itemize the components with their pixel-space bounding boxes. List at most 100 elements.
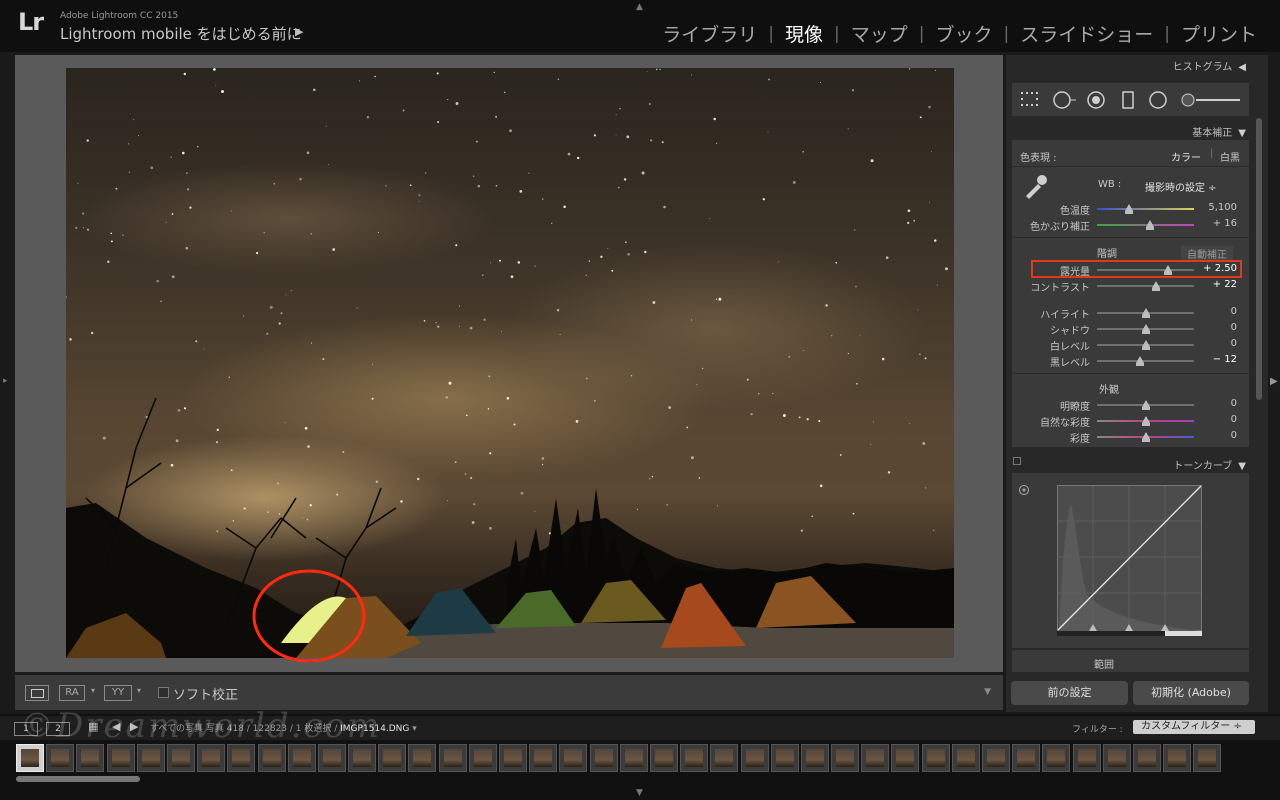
saturation-slider-thumb[interactable] xyxy=(1141,432,1150,442)
shadows-value[interactable]: 0 xyxy=(1197,322,1237,333)
shadows-slider-thumb[interactable] xyxy=(1141,324,1150,334)
filmstrip-thumbnail[interactable] xyxy=(861,744,890,772)
filmstrip-thumbnail[interactable] xyxy=(257,744,286,772)
filmstrip-thumbnail[interactable] xyxy=(982,744,1010,772)
filmstrip-thumbnail[interactable] xyxy=(831,744,860,772)
filmstrip-thumbnail[interactable] xyxy=(438,744,467,772)
tone-curve-graph[interactable] xyxy=(1057,485,1203,638)
right-panel-scrollbar[interactable] xyxy=(1256,118,1262,400)
promo-arrow-icon[interactable]: ▶ xyxy=(295,25,303,38)
exposure-slider-thumb[interactable] xyxy=(1163,265,1172,275)
contrast-slider-track[interactable] xyxy=(1097,285,1194,287)
basic-header[interactable]: 基本補正 ▼ xyxy=(1192,124,1246,139)
filmstrip-thumbnail[interactable] xyxy=(1163,744,1192,772)
adjustment-brush-icon[interactable] xyxy=(1180,90,1242,110)
highlights-value[interactable]: 0 xyxy=(1197,306,1237,317)
crop-overlay-icon[interactable] xyxy=(1020,90,1042,110)
filter-select[interactable]: カスタムフィルター ÷ xyxy=(1133,720,1255,734)
filmstrip-thumbnail[interactable] xyxy=(1132,744,1161,772)
left-panel-toggle-icon[interactable]: ▸ xyxy=(3,376,8,386)
clarity-slider-thumb[interactable] xyxy=(1141,400,1150,410)
before-after-ra-button[interactable]: RA xyxy=(59,685,85,701)
vibrance-value[interactable]: 0 xyxy=(1197,414,1237,425)
filmstrip-thumbnail[interactable] xyxy=(680,744,709,772)
module-map[interactable]: マップ xyxy=(850,20,909,47)
blacks-slider-thumb[interactable] xyxy=(1135,356,1144,366)
right-panel-toggle-icon[interactable]: ▶ xyxy=(1270,376,1278,387)
before-after-yy-button[interactable]: YY xyxy=(104,685,132,701)
filmstrip-thumbnail[interactable] xyxy=(770,744,799,772)
previous-settings-button[interactable]: 前の設定 xyxy=(1011,681,1128,705)
whites-value[interactable]: 0 xyxy=(1197,338,1237,349)
filmstrip-thumbnail[interactable] xyxy=(317,744,346,772)
spot-removal-icon[interactable] xyxy=(1052,90,1078,110)
source-path-dropdown-icon[interactable]: ▾ xyxy=(412,724,417,734)
radial-filter-icon[interactable] xyxy=(1148,90,1170,110)
bw-treatment-button[interactable]: 白黒 xyxy=(1220,149,1240,164)
module-print[interactable]: プリント xyxy=(1180,20,1258,47)
filmstrip-scrollbar[interactable] xyxy=(16,776,140,782)
filmstrip-thumbnail[interactable] xyxy=(166,744,195,772)
graduated-filter-icon[interactable] xyxy=(1120,90,1136,110)
filmstrip-thumbnail[interactable] xyxy=(76,744,105,772)
module-book[interactable]: ブック xyxy=(934,20,993,47)
tone-curve-toggle-switch[interactable] xyxy=(1013,457,1021,465)
soft-proof-checkbox[interactable] xyxy=(158,687,169,698)
blacks-value[interactable]: − 12 xyxy=(1197,354,1237,365)
bottom-panel-toggle-icon[interactable]: ▼ xyxy=(636,788,643,798)
filmstrip-thumbnail[interactable] xyxy=(710,744,739,772)
filmstrip-thumbnail[interactable] xyxy=(1012,744,1041,772)
filmstrip-thumbnail[interactable] xyxy=(589,744,618,772)
filmstrip-thumbnail[interactable] xyxy=(16,744,44,772)
module-develop[interactable]: 現像 xyxy=(784,20,824,47)
module-slideshow[interactable]: スライドショー xyxy=(1019,20,1154,47)
saturation-value[interactable]: 0 xyxy=(1197,430,1237,441)
wb-select[interactable]: 撮影時の設定 ÷ xyxy=(1145,179,1217,194)
filmstrip-thumbnail[interactable] xyxy=(136,744,165,772)
filmstrip-thumbnail[interactable] xyxy=(468,744,497,772)
temp-value[interactable]: 5,100 xyxy=(1197,202,1237,213)
filmstrip-thumbnail[interactable] xyxy=(891,744,920,772)
filmstrip-thumbnail[interactable] xyxy=(800,744,829,772)
filmstrip-thumbnail[interactable] xyxy=(1072,744,1101,772)
filmstrip-thumbnail[interactable] xyxy=(619,744,648,772)
vibrance-slider-thumb[interactable] xyxy=(1141,416,1150,426)
filmstrip-thumbnail[interactable] xyxy=(499,744,527,772)
filmstrip-thumbnail[interactable] xyxy=(408,744,437,772)
filmstrip-thumbnail[interactable] xyxy=(1193,744,1222,772)
filmstrip-thumbnail[interactable] xyxy=(378,744,407,772)
filmstrip-thumbnail[interactable] xyxy=(1102,744,1131,772)
contrast-value[interactable]: + 22 xyxy=(1197,279,1237,290)
filmstrip-thumbnail[interactable] xyxy=(227,744,256,772)
wb-eyedropper-icon[interactable] xyxy=(1020,172,1050,200)
filmstrip-thumbnail[interactable] xyxy=(740,744,769,772)
temp-slider-thumb[interactable] xyxy=(1125,204,1133,214)
collapse-tone-curve-icon[interactable]: ▼ xyxy=(1238,461,1246,472)
whites-slider-thumb[interactable] xyxy=(1141,340,1150,350)
histogram-header[interactable]: ヒストグラム ◀ xyxy=(1173,58,1246,73)
filmstrip-thumbnail[interactable] xyxy=(1042,744,1071,772)
clarity-value[interactable]: 0 xyxy=(1197,398,1237,409)
filmstrip-thumbnail[interactable] xyxy=(348,744,377,772)
auto-tone-button[interactable]: 自動補正 xyxy=(1181,246,1233,261)
temp-slider-track[interactable] xyxy=(1097,208,1194,210)
reset-button[interactable]: 初期化 (Adobe) xyxy=(1133,681,1249,705)
blacks-slider-track[interactable] xyxy=(1097,360,1194,362)
exposure-slider-track[interactable] xyxy=(1097,269,1194,271)
mobile-promo-link[interactable]: Lightroom mobile をはじめる前に xyxy=(60,23,302,44)
collapse-basic-icon[interactable]: ▼ xyxy=(1238,128,1246,139)
filmstrip-thumbnail[interactable] xyxy=(106,744,135,772)
target-adjust-icon[interactable] xyxy=(1018,484,1030,496)
filmstrip-thumbnail[interactable] xyxy=(287,744,316,772)
red-eye-icon[interactable] xyxy=(1086,90,1108,110)
top-panel-toggle-icon[interactable]: ▲ xyxy=(636,2,643,12)
tint-slider-thumb[interactable] xyxy=(1146,220,1155,230)
filmstrip-thumbnail[interactable] xyxy=(529,744,558,772)
ra-dropdown-icon[interactable]: ▾ xyxy=(91,686,95,695)
filmstrip-thumbnail[interactable] xyxy=(921,744,950,772)
tint-value[interactable]: + 16 xyxy=(1197,218,1237,229)
filmstrip-thumbnail[interactable] xyxy=(559,744,588,772)
loupe-view-button[interactable] xyxy=(25,685,49,701)
filmstrip-thumbnail[interactable] xyxy=(197,744,226,772)
yy-dropdown-icon[interactable]: ▾ xyxy=(137,686,141,695)
